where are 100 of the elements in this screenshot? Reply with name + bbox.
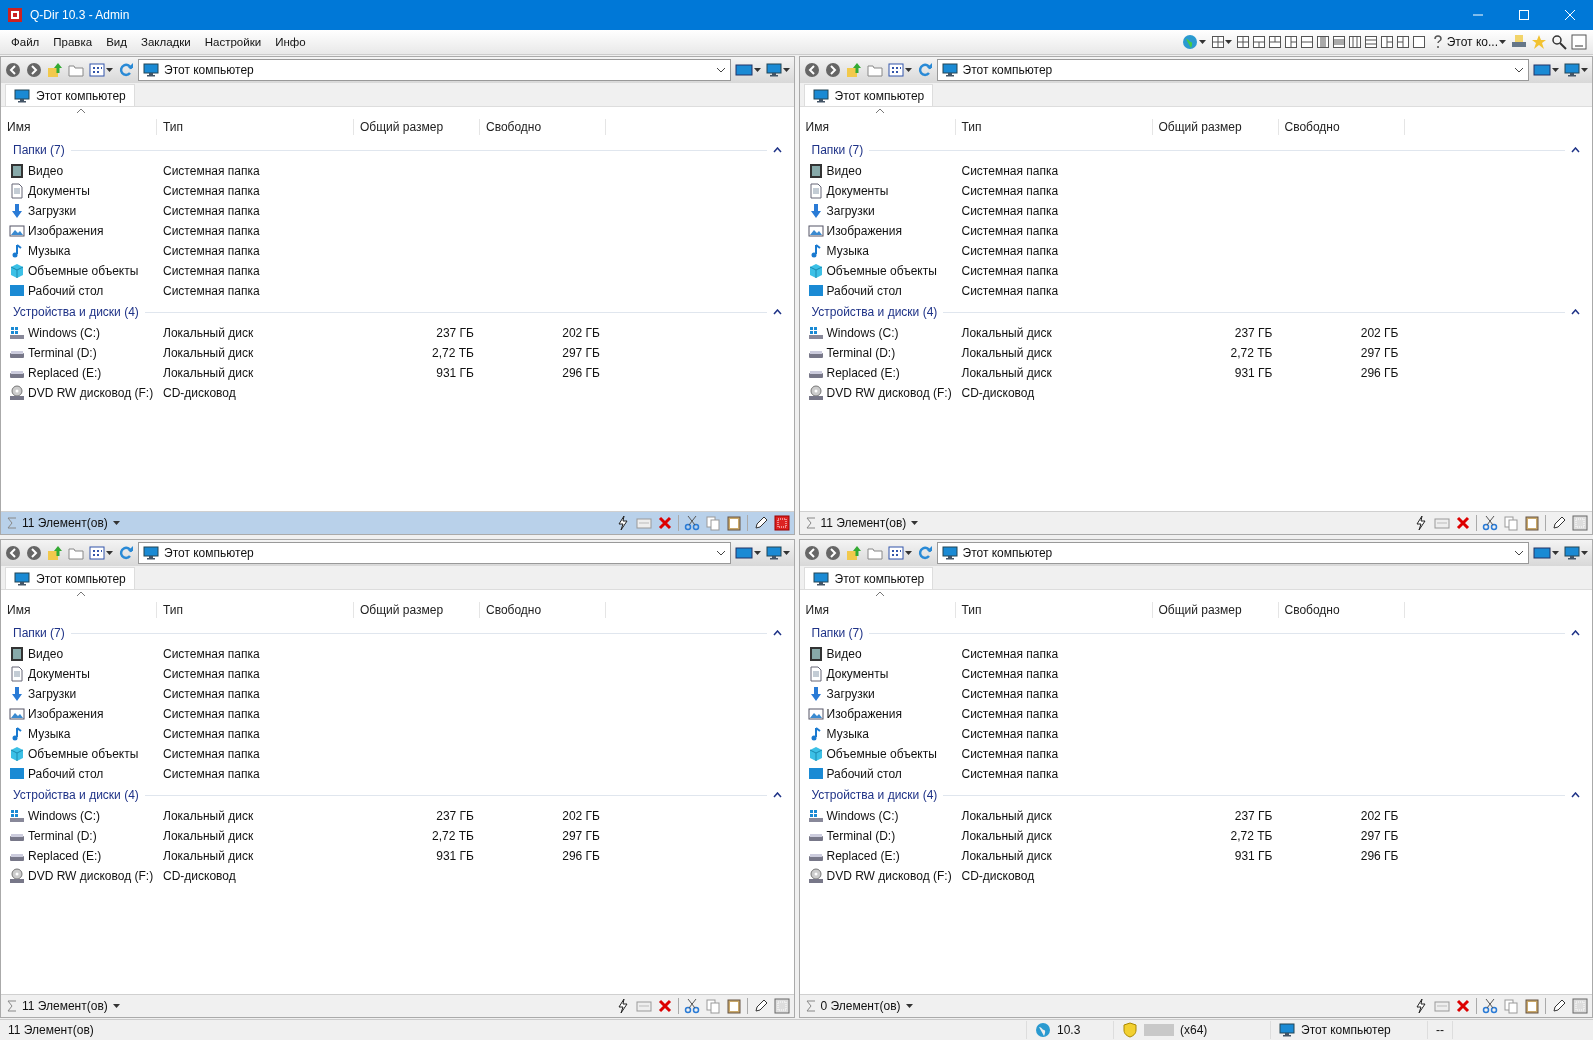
column-header[interactable]: Общий размер: [354, 602, 480, 618]
desktop-button[interactable]: [1532, 61, 1560, 79]
item-name[interactable]: Terminal (D:): [826, 829, 896, 843]
item-name[interactable]: Документы: [28, 184, 90, 198]
item-name[interactable]: Музыка: [28, 727, 71, 741]
column-header[interactable]: Имя: [1, 119, 157, 135]
item-name[interactable]: Видео: [28, 164, 64, 178]
item-count[interactable]: 11 Элемент(ов): [803, 516, 921, 530]
refresh-button[interactable]: [117, 544, 135, 562]
item-name[interactable]: DVD RW дисковод (F:): [826, 386, 952, 400]
column-header[interactable]: Имя: [1, 602, 157, 618]
item-name[interactable]: Terminal (D:): [826, 346, 896, 360]
clipboard-icon[interactable]: [725, 998, 742, 1014]
column-header[interactable]: Общий размер: [1152, 602, 1279, 618]
column-header[interactable]: Общий размер: [1152, 119, 1279, 135]
column-header[interactable]: Свободно: [1278, 602, 1405, 618]
item-name[interactable]: Изображения: [826, 224, 902, 238]
group-header[interactable]: Папки (7): [13, 143, 65, 157]
globe-button[interactable]: [1180, 33, 1207, 51]
column-header[interactable]: Тип: [157, 602, 354, 618]
pane-layout-icon[interactable]: [1348, 36, 1361, 48]
pen-icon[interactable]: [1551, 998, 1567, 1014]
item-name[interactable]: DVD RW дисковод (F:): [28, 869, 154, 883]
delete-icon[interactable]: [1455, 998, 1471, 1014]
item-name[interactable]: DVD RW дисковод (F:): [826, 869, 952, 883]
pane-layout-icon[interactable]: [1268, 36, 1281, 48]
pane-layout-icon[interactable]: [1252, 36, 1265, 48]
address-field[interactable]: Этот компьютер: [936, 59, 1529, 81]
item-name[interactable]: Загрузки: [28, 687, 77, 701]
item-name[interactable]: Рабочий стол: [826, 284, 902, 298]
folder-tab[interactable]: Этот компьютер: [5, 567, 135, 589]
group-header[interactable]: Устройства и диски (4): [811, 305, 938, 319]
clipboard-icon[interactable]: [1524, 998, 1540, 1014]
pane-layout-icon[interactable]: [1380, 36, 1393, 48]
item-name[interactable]: Документы: [826, 184, 889, 198]
forward-button[interactable]: [25, 61, 43, 79]
group-header[interactable]: Папки (7): [13, 626, 65, 640]
collapse-caret-icon[interactable]: [772, 309, 782, 315]
pen-icon[interactable]: [752, 515, 769, 531]
folder-tab[interactable]: Этот компьютер: [5, 84, 135, 106]
back-button[interactable]: [4, 61, 22, 79]
view-button[interactable]: [88, 544, 114, 562]
forward-button[interactable]: [823, 61, 842, 79]
back-button[interactable]: [4, 544, 22, 562]
item-name[interactable]: Replaced (E:): [826, 849, 900, 863]
computer-button[interactable]: [764, 544, 791, 562]
menu-item[interactable]: Вид: [99, 34, 134, 50]
item-name[interactable]: Replaced (E:): [28, 366, 102, 380]
column-header[interactable]: Тип: [955, 602, 1153, 618]
item-name[interactable]: Загрузки: [826, 687, 875, 701]
collapse-caret-icon[interactable]: [1571, 309, 1580, 315]
item-name[interactable]: Видео: [826, 164, 862, 178]
column-header[interactable]: Свободно: [1278, 119, 1405, 135]
group-header[interactable]: Устройства и диски (4): [811, 788, 938, 802]
desktop-button[interactable]: [733, 61, 762, 79]
item-name[interactable]: Windows (C:): [28, 809, 100, 823]
item-count[interactable]: 0 Элемент(ов): [803, 999, 915, 1013]
star-icon[interactable]: [1531, 34, 1547, 50]
item-name[interactable]: Документы: [28, 667, 90, 681]
item-name[interactable]: Windows (C:): [826, 326, 899, 340]
item-name[interactable]: Terminal (D:): [28, 829, 97, 843]
group-header[interactable]: Устройства и диски (4): [13, 305, 139, 319]
desktop-button[interactable]: [1532, 544, 1560, 562]
delete-icon[interactable]: [1455, 515, 1471, 531]
group-header[interactable]: Папки (7): [811, 626, 864, 640]
layout-button[interactable]: [1210, 35, 1233, 49]
folder-tab[interactable]: Этот компьютер: [803, 567, 934, 589]
up-button[interactable]: [844, 61, 863, 79]
item-name[interactable]: Рабочий стол: [28, 767, 104, 781]
clipboard-icon[interactable]: [725, 515, 742, 531]
pane-layout-icon[interactable]: [1364, 36, 1377, 48]
lightning-icon[interactable]: [1413, 998, 1429, 1014]
collapse-caret-icon[interactable]: [772, 630, 782, 636]
item-name[interactable]: Объемные объекты: [28, 747, 139, 761]
up-button[interactable]: [46, 544, 64, 562]
view-button[interactable]: [88, 61, 114, 79]
pane-layout-icon[interactable]: [1211, 36, 1224, 48]
refresh-button[interactable]: [117, 61, 135, 79]
scissors-icon[interactable]: [1482, 998, 1498, 1014]
forward-button[interactable]: [823, 544, 842, 562]
back-button[interactable]: [802, 544, 821, 562]
item-name[interactable]: Изображения: [826, 707, 902, 721]
pane-layout-icon[interactable]: [1236, 36, 1249, 48]
pane-layout-icon[interactable]: [1316, 36, 1329, 48]
printer-icon[interactable]: [1511, 34, 1527, 50]
pane-layout-icon[interactable]: [1284, 36, 1297, 48]
back-button[interactable]: [802, 61, 821, 79]
menu-item[interactable]: Файл: [4, 34, 47, 50]
collapse-caret-icon[interactable]: [772, 147, 782, 153]
item-name[interactable]: Windows (C:): [28, 326, 100, 340]
forward-button[interactable]: [25, 544, 43, 562]
computer-button[interactable]: [764, 61, 791, 79]
menu-item[interactable]: Инфо: [268, 34, 313, 50]
column-header[interactable]: Имя: [799, 119, 956, 135]
address-field[interactable]: Этот компьютер: [138, 542, 731, 564]
collapse-caret-icon[interactable]: [1571, 792, 1580, 798]
computer-button[interactable]: [1563, 61, 1589, 79]
column-header[interactable]: Общий размер: [354, 119, 480, 135]
lightning-icon[interactable]: [1413, 515, 1429, 531]
desktop-button[interactable]: [733, 544, 762, 562]
